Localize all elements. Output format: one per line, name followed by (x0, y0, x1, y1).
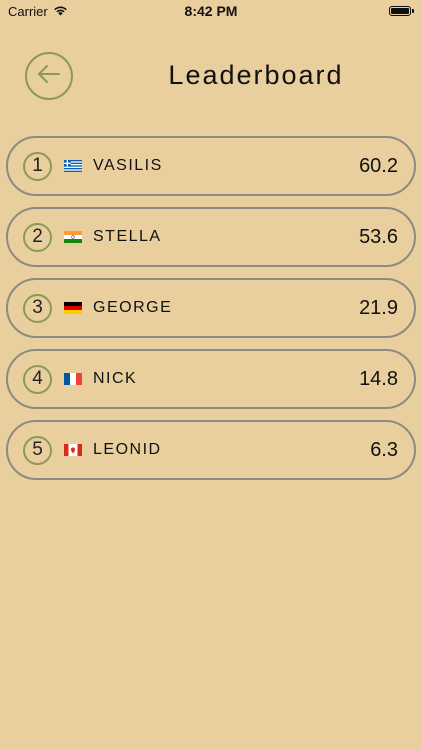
canada-flag-icon (64, 444, 82, 456)
leaderboard-row[interactable]: 3 GEORGE 21.9 (6, 278, 416, 338)
player-name: VASILIS (93, 157, 163, 174)
page-title: Leaderboard (168, 60, 344, 90)
rank-badge: 2 (23, 222, 52, 252)
player-name: STELLA (93, 228, 162, 245)
germany-flag-icon (64, 302, 82, 314)
wifi-icon (53, 4, 68, 19)
player-name: LEONID (93, 441, 162, 458)
player-score: 53.6 (359, 225, 398, 248)
status-bar: Carrier 8:42 PM (0, 0, 422, 22)
player-name: GEORGE (93, 299, 173, 316)
player-score: 21.9 (359, 296, 398, 319)
leaderboard-row[interactable]: 1 VASILIS 60.2 (6, 136, 416, 196)
player-score: 60.2 (359, 154, 398, 177)
leaderboard-row[interactable]: 2 STELLA 53.6 (6, 207, 416, 267)
status-left: Carrier (8, 4, 68, 19)
rank-badge: 1 (23, 151, 52, 181)
arrow-left-icon (36, 61, 62, 92)
greece-flag-icon (64, 160, 82, 172)
france-flag-icon (64, 373, 82, 385)
back-button[interactable] (25, 52, 73, 100)
rank-badge: 5 (23, 435, 52, 465)
leaderboard-list: 1 VASILIS 60.2 2 STELLA 53.6 3 GEORGE 21… (6, 136, 416, 491)
player-score: 14.8 (359, 367, 398, 390)
battery-icon (389, 6, 414, 16)
rank-badge: 4 (23, 364, 52, 394)
rank-badge: 3 (23, 293, 52, 323)
leaderboard-row[interactable]: 4 NICK 14.8 (6, 349, 416, 409)
india-flag-icon (64, 231, 82, 243)
player-name: NICK (93, 370, 138, 387)
carrier-label: Carrier (8, 3, 48, 19)
leaderboard-row[interactable]: 5 LEONID 6.3 (6, 420, 416, 480)
player-score: 6.3 (370, 438, 398, 461)
